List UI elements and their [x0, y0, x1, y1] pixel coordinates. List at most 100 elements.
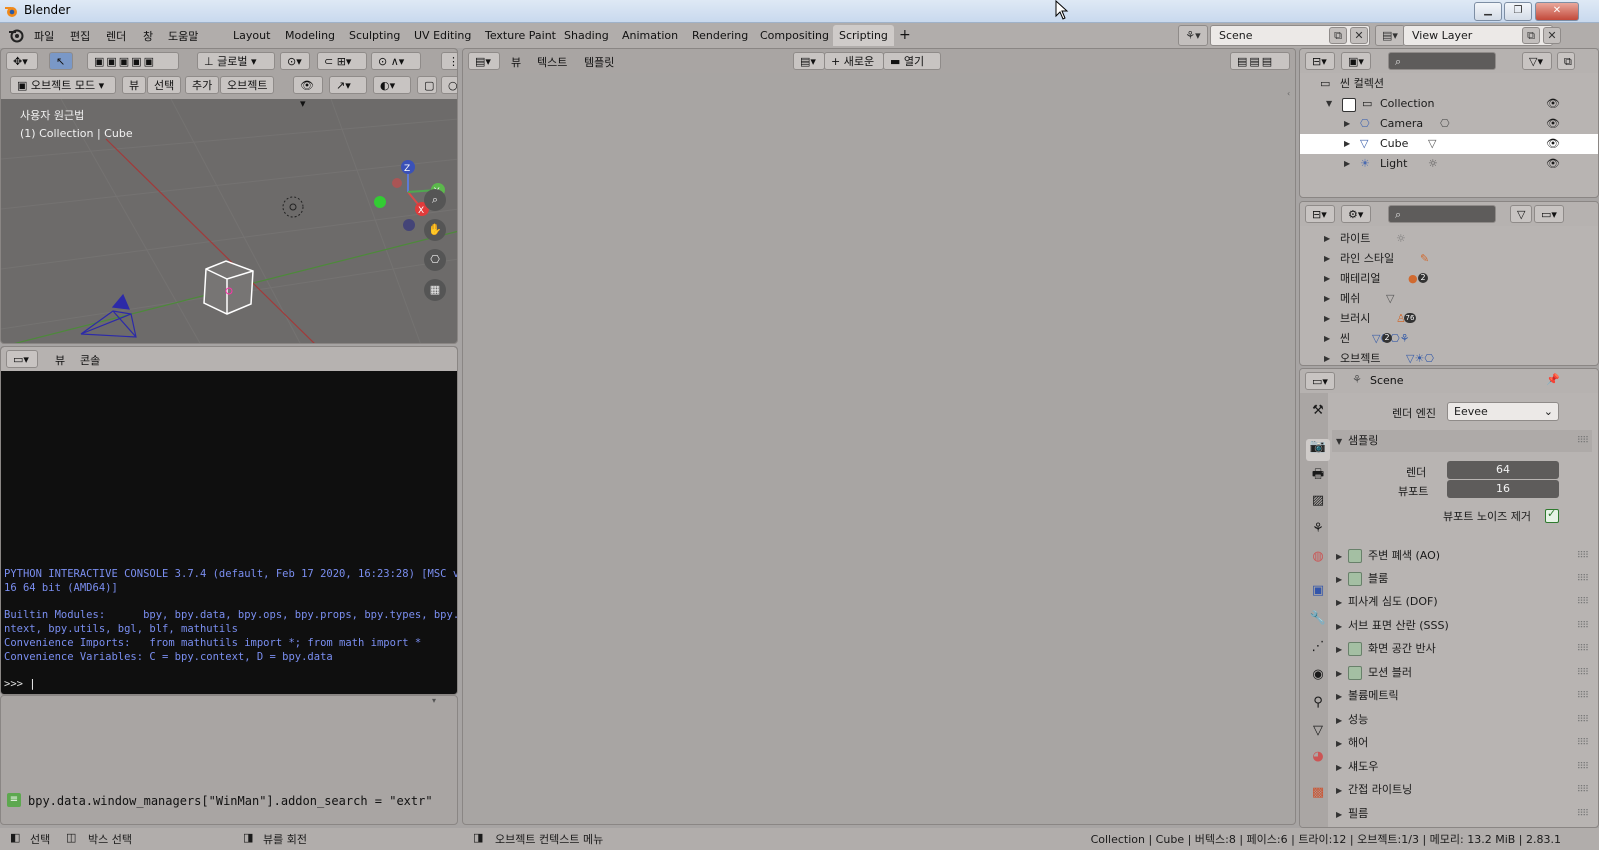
viewport-menu-object[interactable]: 오브젝트 — [220, 76, 275, 94]
properties-editor[interactable]: ▭▾ ⚘ Scene 📌 ⚒ 📷 🖶 ▨ ⚘ ◍ ▣ 🔧 ⋰ ◉ ⚲ ▽ ◕ ▩… — [1299, 368, 1599, 828]
drag-grip-icon[interactable]: ⠿⠿ — [1577, 803, 1589, 825]
drag-grip-icon[interactable]: ⠿⠿ — [1577, 430, 1589, 452]
properties-subpanel[interactable]: ▶ 해어 ⠿⠿ — [1332, 732, 1592, 754]
properties-subpanel[interactable]: ▶ 서브 표면 산란 (SSS) ⠿⠿ — [1332, 615, 1592, 637]
xray-toggle-icon[interactable]: ▢ — [417, 76, 437, 94]
expand-triangle-icon[interactable]: ▶ — [1344, 134, 1356, 154]
blend-row-objects[interactable]: ▶ 오브젝트 ▽☀⎔ — [1300, 349, 1598, 365]
scene-browse-button[interactable]: ⚘▾ — [1178, 25, 1208, 46]
outliner-filter-icon[interactable]: ▽▾ — [1522, 52, 1552, 70]
new-text-button[interactable]: + 새로운 — [824, 52, 884, 70]
outliner[interactable]: ⊟▾ ▣▾ ⌕ ▽▾ ⧉ ▭ 씬 컬렉션 ▼ ▭ Collection 👁 ▶ … — [1299, 48, 1599, 198]
viewport-samples-field[interactable]: 16 — [1447, 480, 1559, 498]
panel-enable-checkbox[interactable] — [1348, 572, 1362, 586]
viewport-menu-select[interactable]: 선택 — [147, 76, 182, 94]
open-text-button[interactable]: ▬ 열기 — [883, 52, 941, 70]
outliner-row-light[interactable]: ▶ ☀ Light ☼ 👁 — [1300, 154, 1598, 174]
new-view-layer-icon[interactable]: ⧉ — [1522, 27, 1540, 44]
blend-row-brushes[interactable]: ▶ 브러시 ♙ 76 — [1300, 309, 1598, 329]
expand-triangle-icon[interactable]: ▶ — [1344, 114, 1356, 134]
eye-icon[interactable]: 👁 — [1546, 154, 1560, 174]
python-console[interactable]: ▭▾ 뷰 콘솔 PYTHON INTERACTIVE CONSOLE 3.7.4… — [0, 346, 458, 695]
drag-grip-icon[interactable]: ⠿⠿ — [1577, 568, 1589, 590]
constraints-tab-icon[interactable]: ⚲ — [1306, 695, 1330, 717]
output-tab-icon[interactable]: 🖶 — [1306, 465, 1330, 487]
transform-orientation-dropdown[interactable]: ⊥ 글로벌 ▾ — [197, 52, 275, 70]
drag-grip-icon[interactable]: ⠿⠿ — [1577, 732, 1589, 754]
add-workspace-button[interactable]: + — [893, 25, 917, 46]
material-tab-icon[interactable]: ◕ — [1306, 749, 1330, 771]
render-tab-icon[interactable]: 📷 — [1306, 439, 1330, 461]
pivot-dropdown[interactable]: ⊙▾ — [280, 52, 310, 70]
outliner-row-scene-collection[interactable]: ▭ 씬 컬렉션 — [1300, 74, 1598, 94]
tab-uv-editing[interactable]: UV Editing — [408, 25, 477, 46]
modifier-tab-icon[interactable]: 🔧 — [1306, 611, 1330, 633]
outliner-search-input[interactable]: ⌕ — [1388, 52, 1496, 70]
collection-checkbox[interactable] — [1342, 98, 1356, 112]
render-engine-dropdown[interactable]: Eevee ⌄ — [1447, 402, 1559, 421]
close-button[interactable]: ✕ — [1535, 2, 1579, 21]
pan-hand-icon[interactable]: ✋ — [424, 219, 446, 241]
tab-sculpting[interactable]: Sculpting — [343, 25, 406, 46]
viewport-menu-view[interactable]: 뷰 — [122, 76, 147, 94]
view-layer-browse-button[interactable]: ▤▾ — [1375, 25, 1405, 46]
tab-scripting[interactable]: Scripting — [833, 25, 894, 46]
tab-modeling[interactable]: Modeling — [279, 25, 341, 46]
3d-viewport[interactable]: ✥▾ ↖ ▣▣▣▣▣ ⊥ 글로벌 ▾ ⊙▾ ⊂ ⊞▾ ⊙ ∧▾ ⋮ ▣ 오브젝트… — [0, 48, 458, 344]
blend-options-icon[interactable]: ▭▾ — [1534, 205, 1564, 223]
minimize-button[interactable]: ▁ — [1474, 2, 1502, 21]
render-samples-field[interactable]: 64 — [1447, 461, 1559, 479]
maximize-button[interactable]: ❐ — [1504, 2, 1532, 21]
menu-file[interactable]: 파일 — [34, 28, 54, 44]
text-display-toggles[interactable]: ▤▤▤ — [1230, 52, 1290, 70]
outliner-row-cube[interactable]: ▶ ▽ Cube ▽ 👁 — [1300, 134, 1598, 154]
blend-editor-type-button[interactable]: ⊟▾ — [1305, 205, 1335, 223]
overflow-button[interactable]: ⋮ — [441, 52, 457, 70]
outliner-row-camera[interactable]: ▶ ⎔ Camera ⎔ 👁 — [1300, 114, 1598, 134]
text-editor[interactable]: ▤▾ 뷰 텍스트 템플릿 ▤▾ + 새로운 ▬ 열기 ▤▤▤ ‹ — [462, 48, 1296, 825]
select-tool-icon[interactable]: ↖ — [49, 52, 73, 70]
info-collapse-icon[interactable]: ▾ — [432, 696, 444, 705]
proportional-edit-toggle[interactable]: ⊙ ∧▾ — [371, 52, 421, 70]
viewport-denoise-checkbox[interactable]: ✓ — [1545, 507, 1559, 523]
data-tab-icon[interactable]: ▽ — [1306, 723, 1330, 745]
tab-texture-paint[interactable]: Texture Paint — [479, 25, 562, 46]
drag-grip-icon[interactable]: ⠿⠿ — [1577, 756, 1589, 778]
tab-animation[interactable]: Animation — [616, 25, 684, 46]
blend-row-materials[interactable]: ▶ 매테리얼 ● 2 — [1300, 269, 1598, 289]
properties-editor-type-button[interactable]: ▭▾ — [1305, 372, 1335, 390]
tab-shading[interactable]: Shading — [558, 25, 615, 46]
gizmo-toggle-icon[interactable]: ↗▾ — [329, 76, 367, 94]
viewport-menu-add[interactable]: 추가 — [185, 76, 220, 94]
tab-rendering[interactable]: Rendering — [686, 25, 754, 46]
properties-subpanel[interactable]: ▶ 볼륨메트릭 ⠿⠿ — [1332, 685, 1592, 707]
drag-grip-icon[interactable]: ⠿⠿ — [1577, 545, 1589, 567]
console-menu-view[interactable]: 뷰 — [55, 352, 65, 368]
menu-render[interactable]: 렌더 — [106, 28, 126, 44]
properties-subpanel[interactable]: ▶ 필름 ⠿⠿ — [1332, 803, 1592, 825]
eye-icon[interactable]: 👁 — [1546, 114, 1560, 134]
properties-subpanel[interactable]: ▶ 성능 ⠿⠿ — [1332, 709, 1592, 731]
console-menu-console[interactable]: 콘솔 — [80, 352, 100, 368]
blend-row-meshes[interactable]: ▶ 메쉬 ▽ — [1300, 289, 1598, 309]
drag-grip-icon[interactable]: ⠿⠿ — [1577, 591, 1589, 613]
view-layer-tab-icon[interactable]: ▨ — [1306, 493, 1330, 515]
blend-data-outliner[interactable]: ⊟▾ ⚙▾ ⌕ ▽ ▭▾ ▶ 라이트 ☼ ▶ 라인 스타일 ✎ ▶ 매테리얼 ● 2 ▶ 메쉬 ▽… — [1299, 201, 1599, 366]
physics-tab-icon[interactable]: ◉ — [1306, 667, 1330, 689]
delete-scene-icon[interactable]: ✕ — [1350, 27, 1368, 44]
texture-tab-icon[interactable]: ▩ — [1306, 785, 1330, 807]
properties-subpanel[interactable]: ▶ 피사계 심도 (DOF) ⠿⠿ — [1332, 591, 1592, 613]
new-scene-icon[interactable]: ⧉ — [1329, 27, 1347, 44]
select-mode-buttons[interactable]: ▣▣▣▣▣ — [87, 52, 179, 70]
grid-view-icon[interactable]: ▦ — [424, 279, 446, 301]
drag-grip-icon[interactable]: ⠿⠿ — [1577, 638, 1589, 660]
text-menu-text[interactable]: 텍스트 — [537, 54, 567, 70]
outliner-row-collection[interactable]: ▼ ▭ Collection 👁 — [1300, 94, 1598, 114]
text-browse-button[interactable]: ▤▾ — [793, 52, 825, 70]
shading-solid-icon[interactable]: ○ — [441, 76, 457, 94]
editor-type-button[interactable]: ✥▾ — [6, 52, 38, 70]
delete-view-layer-icon[interactable]: ✕ — [1543, 27, 1561, 44]
properties-subpanel[interactable]: ▶ 간접 라이트닝 ⠿⠿ — [1332, 779, 1592, 801]
eye-icon[interactable]: 👁 — [1546, 94, 1560, 114]
outliner-editor-type-button[interactable]: ⊟▾ — [1305, 52, 1335, 70]
